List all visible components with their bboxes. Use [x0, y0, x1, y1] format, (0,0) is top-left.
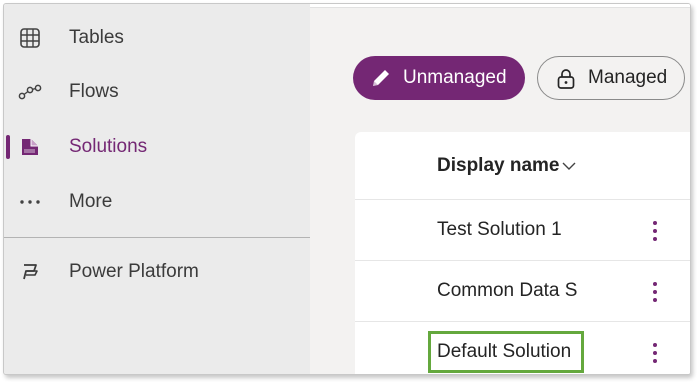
sidebar-item-label: More [69, 191, 113, 212]
more-options-icon[interactable] [645, 219, 665, 243]
flow-icon [18, 80, 42, 104]
more-options-icon[interactable] [645, 280, 665, 304]
more-options-icon[interactable] [645, 341, 665, 365]
top-border [310, 4, 690, 8]
sidebar-item-label: Solutions [69, 136, 148, 157]
solutions-table: Display name Test Solution 1 Common Data… [355, 132, 690, 374]
main-content: Unmanaged Managed Display name Test Solu… [310, 4, 690, 374]
solution-name[interactable]: Test Solution 1 [437, 219, 562, 241]
unmanaged-filter-label: Unmanaged [403, 67, 507, 88]
sidebar-item-flows[interactable]: Flows [4, 68, 310, 116]
solution-name[interactable]: Common Data S [437, 280, 577, 302]
column-header-display-name[interactable]: Display name [355, 132, 690, 200]
managed-filter-label: Managed [588, 67, 668, 88]
column-header-label: Display name [437, 154, 560, 176]
table-row[interactable]: Default Solution [355, 323, 690, 374]
sidebar-item-label: Tables [69, 27, 124, 48]
sidebar-item-label: Power Platform [69, 261, 199, 282]
sidebar-divider [4, 237, 310, 238]
lock-icon [554, 67, 578, 91]
solutions-icon [18, 135, 42, 159]
power-platform-icon [18, 260, 42, 284]
managed-filter-button[interactable]: Managed [537, 56, 685, 100]
unmanaged-filter-button[interactable]: Unmanaged [353, 56, 525, 100]
solution-name[interactable]: Default Solution [437, 341, 571, 363]
pencil-icon [369, 66, 393, 90]
sidebar-item-tables[interactable]: Tables [4, 14, 310, 62]
table-icon [18, 26, 42, 50]
active-indicator [6, 135, 10, 159]
sidebar-item-more[interactable]: More [4, 178, 310, 226]
left-navigation: Tables Flows Solutions More Power Platfo… [4, 4, 310, 374]
chevron-down-icon[interactable] [561, 158, 577, 174]
more-icon [18, 190, 42, 214]
table-row[interactable]: Common Data S [355, 262, 690, 322]
table-row[interactable]: Test Solution 1 [355, 201, 690, 261]
sidebar-item-label: Flows [69, 81, 119, 102]
app-window: Tables Flows Solutions More Power Platfo… [3, 3, 691, 375]
sidebar-item-power-platform[interactable]: Power Platform [4, 248, 310, 296]
sidebar-item-solutions[interactable]: Solutions [4, 123, 310, 171]
